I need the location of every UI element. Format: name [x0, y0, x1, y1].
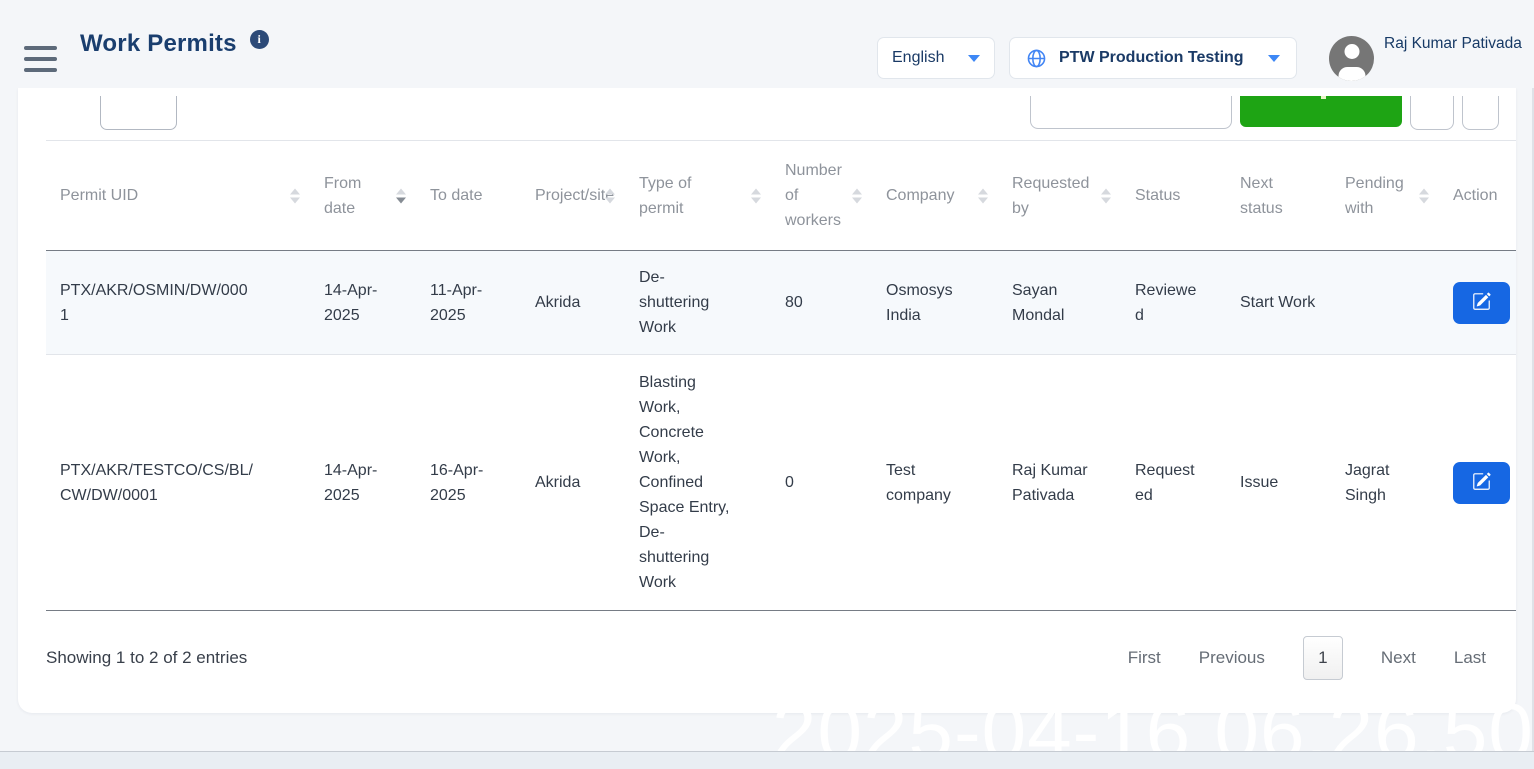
- cell-number-of-workers: 0: [771, 355, 872, 611]
- cell-pending-with: Jagrat Singh: [1331, 355, 1439, 611]
- edit-icon: [1472, 472, 1491, 494]
- column-header-action: Action: [1439, 141, 1516, 251]
- edit-permit-button[interactable]: [1453, 282, 1510, 324]
- cell-status: Requested: [1121, 355, 1226, 611]
- cell-project-site: Akrida: [521, 251, 625, 355]
- cell-company: Osmosys India: [872, 251, 998, 355]
- menu-hamburger-icon[interactable]: [24, 46, 57, 72]
- cell-pending-with: [1331, 251, 1439, 355]
- cell-from-date: 14-Apr-2025: [310, 251, 416, 355]
- user-avatar[interactable]: [1329, 36, 1374, 81]
- site-selector-value: PTW Production Testing: [1059, 49, 1244, 67]
- cell-next-status: Start Work: [1226, 251, 1331, 355]
- pagination-previous[interactable]: Previous: [1199, 648, 1265, 668]
- pagination-last[interactable]: Last: [1454, 648, 1486, 668]
- create-permit-button[interactable]: [1240, 96, 1402, 127]
- entries-summary: Showing 1 to 2 of 2 entries: [46, 648, 247, 668]
- sort-icon: [852, 188, 862, 203]
- column-header-type-of-permit[interactable]: Type of permit: [625, 141, 771, 251]
- page-title: Work Permits: [80, 30, 237, 58]
- column-header-company[interactable]: Company: [872, 141, 998, 251]
- pagination: First Previous 1 Next Last: [1128, 636, 1486, 680]
- toolbar-button-2[interactable]: [1462, 96, 1499, 130]
- cell-type-of-permit: De-shuttering Work: [625, 251, 771, 355]
- sort-icon: [751, 188, 761, 203]
- cell-requested-by: Raj Kumar Pativada: [998, 355, 1121, 611]
- edit-permit-button[interactable]: [1453, 462, 1510, 504]
- work-permits-card: Permit UID From date To date Project/sit…: [18, 88, 1516, 713]
- cell-permit-uid: PTX/AKR/TESTCO/CS/BL/CW/DW/0001: [46, 355, 310, 611]
- user-name: Raj Kumar Pativada: [1384, 0, 1522, 88]
- column-header-project-site[interactable]: Project/site: [521, 141, 625, 251]
- sort-icon: [605, 188, 615, 203]
- toolbar-button-1[interactable]: [1410, 96, 1454, 130]
- cell-status: Reviewed: [1121, 251, 1226, 355]
- sort-icon: [1101, 188, 1111, 203]
- sort-icon: [978, 188, 988, 203]
- pagination-first[interactable]: First: [1128, 648, 1161, 668]
- chevron-down-icon: [968, 55, 980, 62]
- table-footer: Showing 1 to 2 of 2 entries First Previo…: [46, 628, 1486, 688]
- work-permits-screen: Work Permits i English PTW Production Te…: [0, 0, 1534, 769]
- app-header: Work Permits i English PTW Production Te…: [0, 0, 1534, 88]
- table-row: PTX/AKR/OSMIN/DW/0001 14-Apr-2025 11-Apr…: [46, 251, 1516, 355]
- cell-type-of-permit: Blasting Work, Concrete Work, Confined S…: [625, 355, 771, 611]
- pagination-current-page[interactable]: 1: [1303, 636, 1343, 680]
- chevron-down-icon: [1268, 55, 1280, 62]
- cell-to-date: 16-Apr-2025: [416, 355, 521, 611]
- cell-number-of-workers: 80: [771, 251, 872, 355]
- language-selector-value: English: [892, 49, 944, 67]
- permits-table-wrap: Permit UID From date To date Project/sit…: [46, 140, 1516, 611]
- cell-requested-by: Sayan Mondal: [998, 251, 1121, 355]
- column-header-next-status: Next status: [1226, 141, 1331, 251]
- cell-from-date: 14-Apr-2025: [310, 355, 416, 611]
- pagination-next[interactable]: Next: [1381, 648, 1416, 668]
- cell-permit-uid: PTX/AKR/OSMIN/DW/0001: [46, 251, 310, 355]
- cell-to-date: 11-Apr-2025: [416, 251, 521, 355]
- page-title-wrap: Work Permits i: [80, 0, 269, 88]
- column-header-to-date: To date: [416, 141, 521, 251]
- cell-project-site: Akrida: [521, 355, 625, 611]
- bottom-bar: [0, 752, 1534, 769]
- column-header-permit-uid[interactable]: Permit UID: [46, 141, 310, 251]
- permits-table: Permit UID From date To date Project/sit…: [46, 140, 1516, 611]
- language-selector[interactable]: English: [878, 38, 994, 78]
- column-header-status: Status: [1121, 141, 1226, 251]
- column-header-requested-by[interactable]: Requested by: [998, 141, 1121, 251]
- sort-icon: [290, 188, 300, 203]
- cell-action: [1439, 355, 1516, 611]
- site-selector[interactable]: PTW Production Testing: [1010, 38, 1296, 78]
- cell-action: [1439, 251, 1516, 355]
- cell-next-status: Issue: [1226, 355, 1331, 611]
- sort-desc-icon: [396, 188, 406, 203]
- page-size-select[interactable]: [100, 96, 177, 130]
- table-row: PTX/AKR/TESTCO/CS/BL/CW/DW/0001 14-Apr-2…: [46, 355, 1516, 611]
- info-icon[interactable]: i: [250, 30, 269, 49]
- edit-icon: [1472, 292, 1491, 314]
- search-input[interactable]: [1030, 96, 1232, 129]
- table-header-row: Permit UID From date To date Project/sit…: [46, 141, 1516, 251]
- column-header-number-of-workers[interactable]: Number of workers: [771, 141, 872, 251]
- cell-company: Test company: [872, 355, 998, 611]
- globe-icon: [1026, 48, 1047, 69]
- sort-icon: [1419, 188, 1429, 203]
- column-header-pending-with[interactable]: Pending with: [1331, 141, 1439, 251]
- column-header-from-date[interactable]: From date: [310, 141, 416, 251]
